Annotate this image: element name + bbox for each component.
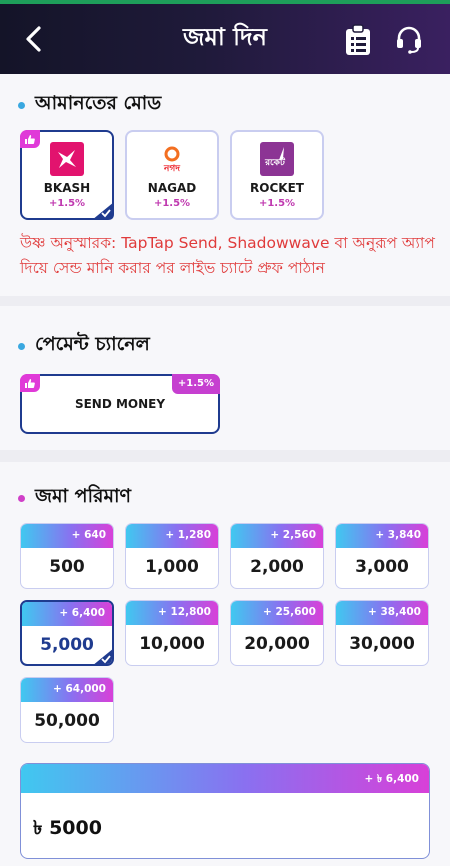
- amount-option[interactable]: + 12,800 10,000: [125, 600, 219, 666]
- selected-check-icon: [94, 649, 112, 664]
- mode-bonus: +1.5%: [153, 198, 191, 209]
- deposit-mode-title: আমানতের মোড: [35, 92, 162, 114]
- mode-name: NAGAD: [147, 181, 197, 195]
- amount-option[interactable]: + 64,000 50,000: [20, 677, 114, 743]
- app-header: জমা দিন: [0, 4, 450, 74]
- amount-bonus: + 12,800: [158, 606, 211, 618]
- amount-bonus: + 2,560: [270, 529, 316, 541]
- amount-value: 50,000: [34, 711, 100, 731]
- selected-check-icon: [92, 202, 114, 220]
- amount-value: 10,000: [139, 634, 205, 654]
- amount-value: 500: [49, 557, 85, 577]
- payment-channel-title: পেমেন্ট চ্যানেল: [35, 333, 150, 355]
- amount-value: 1,000: [145, 557, 199, 577]
- deposit-mode-heading: আমানতের মোড: [18, 89, 161, 121]
- mode-name: ROCKET: [250, 181, 304, 195]
- reminder-text: উষ্ণ অনুস্মারক: TapTap Send, Shadowwave …: [20, 234, 435, 277]
- section-dot-icon: [18, 494, 25, 502]
- rocket-logo-icon: রকেট: [260, 142, 294, 176]
- amount-value: 30,000: [349, 634, 415, 654]
- deposit-amount-title: জমা পরিমাণ: [35, 485, 132, 507]
- thumbs-up-icon: [20, 130, 40, 148]
- clipboard-list-icon[interactable]: [344, 24, 372, 56]
- amount-option-selected[interactable]: + 6,400 5,000: [20, 600, 114, 666]
- amount-bonus: + 640: [71, 529, 106, 541]
- section-dot-icon: [18, 101, 25, 109]
- amount-option[interactable]: + 3,840 3,000: [335, 523, 429, 589]
- deposit-mode-section: আমানতের মোড BKASH +1.5% নগদ NAGAD +1.5%: [0, 74, 450, 296]
- mode-name: BKASH: [43, 181, 91, 195]
- amount-value: 3,000: [355, 557, 409, 577]
- channel-bonus-badge: +1.5%: [171, 374, 220, 394]
- page-title: জমা দিন: [183, 23, 267, 51]
- deposit-amount-heading: জমা পরিমাণ: [18, 482, 131, 514]
- amount-value: 20,000: [244, 634, 310, 654]
- amount-input-box[interactable]: + ৳ 6,400 ৳ 5000: [20, 763, 430, 859]
- total-bonus: + ৳ 6,400: [364, 773, 419, 785]
- bkash-logo-icon: [50, 142, 84, 176]
- section-dot-icon: [18, 342, 25, 350]
- payment-channel-heading: পেমেন্ট চ্যানেল: [18, 330, 150, 362]
- amount-option[interactable]: + 2,560 2,000: [230, 523, 324, 589]
- amount-option[interactable]: + 38,400 30,000: [335, 600, 429, 666]
- deposit-amount-section: জমা পরিমাণ + 640 500 + 1,280 1,000 + 2,5…: [0, 462, 450, 866]
- channel-option-send-money[interactable]: SEND MONEY +1.5%: [20, 374, 220, 434]
- payment-channel-section: পেমেন্ট চ্যানেল SEND MONEY +1.5%: [0, 306, 450, 450]
- amount-value: 2,000: [250, 557, 304, 577]
- deposit-amount-value[interactable]: ৳ 5000: [33, 814, 102, 846]
- amount-bonus: + 25,600: [263, 606, 316, 618]
- amount-bonus: + 1,280: [165, 529, 211, 541]
- mode-option-rocket[interactable]: রকেট ROCKET +1.5%: [230, 130, 324, 220]
- amount-bonus: + 3,840: [375, 529, 421, 541]
- amount-option[interactable]: + 1,280 1,000: [125, 523, 219, 589]
- headset-icon[interactable]: [394, 24, 424, 54]
- amount-bonus: + 64,000: [53, 683, 106, 695]
- amount-bonus: + 38,400: [368, 606, 421, 618]
- amount-option[interactable]: + 640 500: [20, 523, 114, 589]
- mode-option-bkash[interactable]: BKASH +1.5%: [20, 130, 114, 220]
- channel-label: SEND MONEY: [74, 397, 166, 411]
- chevron-left-icon[interactable]: [18, 22, 52, 56]
- mode-option-nagad[interactable]: নগদ NAGAD +1.5%: [125, 130, 219, 220]
- nagad-logo-icon: নগদ: [155, 142, 189, 176]
- amount-option[interactable]: + 25,600 20,000: [230, 600, 324, 666]
- thumbs-up-icon: [20, 374, 40, 392]
- amount-bonus: + 6,400: [59, 607, 105, 619]
- mode-bonus: +1.5%: [258, 198, 296, 209]
- nagad-logo-text: নগদ: [163, 164, 181, 174]
